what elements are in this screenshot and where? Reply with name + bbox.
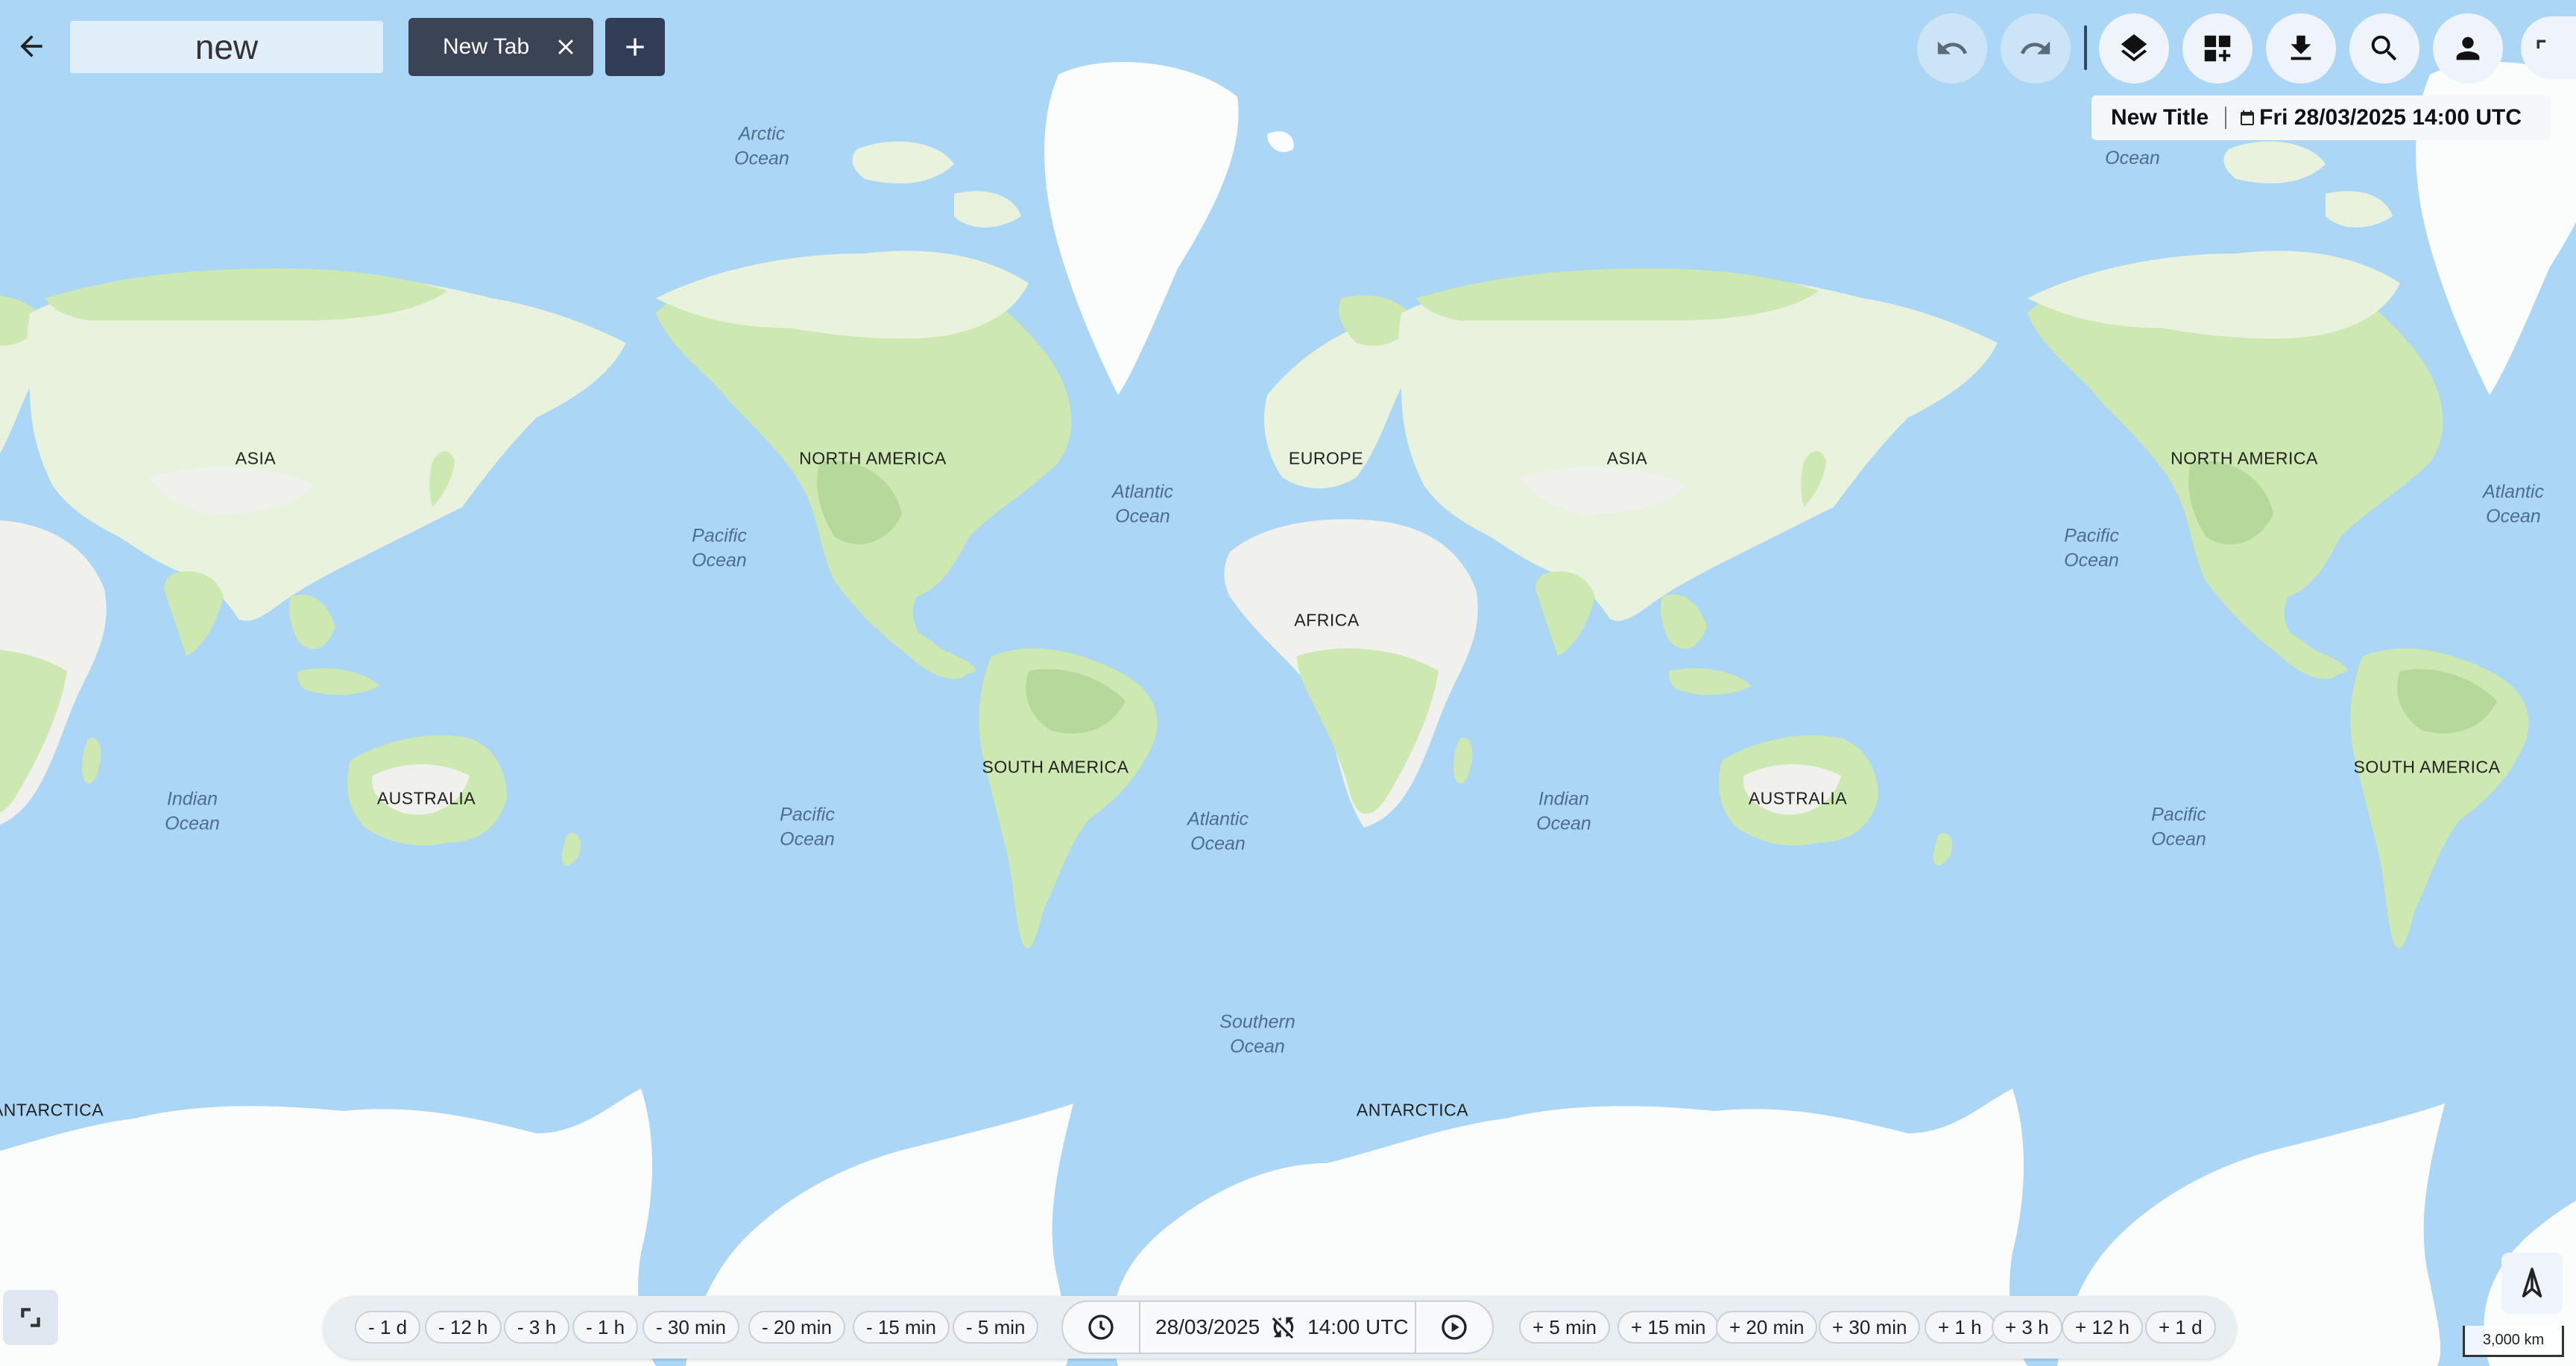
ocean-label-atlantic: Atlantic Ocean — [1187, 808, 1248, 854]
step-back-1d-button[interactable]: - 1 d — [355, 1311, 421, 1344]
step-forward-20min-button[interactable]: + 20 min — [1716, 1311, 1818, 1344]
download-button[interactable] — [2266, 13, 2336, 84]
continent-label-europe: EUROPE — [1288, 448, 1364, 468]
expand-button[interactable] — [2521, 16, 2576, 79]
collapse-icon — [21, 1308, 40, 1327]
ocean-label-pacific: Pacific Ocean — [2064, 525, 2119, 571]
continent-label-australia: AUSTRALIA — [1748, 788, 1848, 808]
expand-icon — [2536, 40, 2546, 49]
clock-button[interactable] — [1063, 1302, 1140, 1353]
ocean-label-atlantic: Atlantic Ocean — [1112, 481, 1173, 527]
redo-button[interactable] — [2001, 13, 2071, 84]
current-time-control: 28/03/2025 14:00 UTC — [1061, 1300, 1494, 1354]
world-map[interactable] — [0, 0, 2576, 1366]
step-forward-12h-button[interactable]: + 12 h — [2062, 1311, 2144, 1344]
close-tab-button[interactable] — [550, 31, 581, 63]
user-button[interactable] — [2433, 13, 2503, 84]
back-arrow-icon — [20, 35, 42, 57]
step-forward-30min-button[interactable]: + 30 min — [1819, 1311, 1921, 1344]
ocean-label-pacific: Pacific Ocean — [692, 525, 747, 571]
ocean-label-indian: Indian Ocean — [165, 788, 220, 834]
step-forward-3h-button[interactable]: + 3 h — [1992, 1311, 2062, 1344]
toolbar-divider — [2084, 25, 2087, 70]
current-time[interactable]: 14:00 UTC — [1307, 1315, 1408, 1339]
continent-label-asia: ASIA — [1606, 448, 1648, 468]
back-button[interactable] — [10, 25, 52, 67]
clock-icon — [1088, 1315, 1114, 1340]
close-icon — [558, 40, 573, 54]
map-title-box[interactable]: New Title Fri 28/03/2025 14:00 UTC — [2092, 95, 2551, 140]
layers-icon — [2121, 34, 2147, 62]
compass-button[interactable] — [2501, 1253, 2563, 1314]
tab-label: New Tab — [443, 34, 530, 59]
step-forward-5min-button[interactable]: + 5 min — [1519, 1311, 1610, 1344]
search-button[interactable] — [2349, 13, 2419, 84]
plus-icon — [626, 38, 644, 56]
step-back-12h-button[interactable]: - 12 h — [425, 1311, 502, 1344]
play-icon — [1442, 1315, 1467, 1340]
map-title[interactable]: New Title — [2092, 105, 2209, 130]
download-icon — [2291, 35, 2311, 60]
ocean-label-pacific: Pacific Ocean — [780, 804, 835, 850]
undo-icon — [1937, 41, 1968, 54]
continent-label-antarctica: ANTARCTICA — [1356, 1100, 1469, 1120]
continent-label-australia: AUSTRALIA — [376, 788, 476, 808]
search-input[interactable]: new — [70, 21, 383, 73]
step-forward-1h-button[interactable]: + 1 h — [1925, 1311, 1995, 1344]
step-back-5min-button[interactable]: - 5 min — [953, 1311, 1039, 1344]
map-datetime: Fri 28/03/2025 14:00 UTC — [2238, 105, 2522, 130]
undo-button[interactable] — [1917, 13, 1987, 84]
compass-icon — [2522, 1268, 2542, 1297]
ocean-label-atlantic: Atlantic Ocean — [2483, 481, 2544, 527]
continent-label-north-america: NORTH AMERICA — [2171, 448, 2318, 468]
title-divider — [2225, 107, 2227, 129]
calendar-icon — [2241, 110, 2255, 125]
ocean-label-partial: Ocean — [2105, 147, 2160, 169]
add-widget-icon — [2204, 35, 2231, 62]
collapse-button[interactable] — [3, 1290, 58, 1345]
step-back-30min-button[interactable]: - 30 min — [643, 1311, 739, 1344]
tab-new-tab[interactable]: New Tab — [408, 18, 593, 76]
add-widget-button[interactable] — [2182, 13, 2253, 84]
layers-button[interactable] — [2099, 13, 2169, 84]
current-date[interactable]: 28/03/2025 — [1155, 1315, 1260, 1339]
play-button[interactable] — [1415, 1302, 1492, 1353]
continent-label-south-america: SOUTH AMERICA — [2353, 757, 2501, 777]
continent-label-north-america: NORTH AMERICA — [799, 448, 947, 468]
continent-label-asia: ASIA — [235, 448, 277, 468]
continent-label-antarctica: ANTARCTICA — [0, 1100, 104, 1120]
step-forward-1d-button[interactable]: + 1 d — [2145, 1311, 2216, 1344]
ocean-label-indian: Indian Ocean — [1536, 788, 1591, 834]
redo-icon — [2020, 41, 2051, 54]
ocean-label-arctic: Arctic Ocean — [734, 123, 789, 169]
user-icon — [2456, 37, 2480, 60]
sync-toggle[interactable] — [1269, 1312, 1298, 1342]
scale-bar: 3,000 km — [2463, 1326, 2564, 1357]
step-forward-15min-button[interactable]: + 15 min — [1617, 1311, 1720, 1344]
map-canvas[interactable] — [0, 0, 2576, 1366]
sync-off-icon — [1272, 1317, 1294, 1339]
step-back-1h-button[interactable]: - 1 h — [572, 1311, 639, 1344]
continent-label-africa: AFRICA — [1294, 610, 1360, 630]
step-back-20min-button[interactable]: - 20 min — [748, 1311, 845, 1344]
ocean-label-southern: Southern Ocean — [1219, 1011, 1295, 1057]
step-back-15min-button[interactable]: - 15 min — [853, 1311, 950, 1344]
add-tab-button[interactable] — [605, 18, 665, 76]
continent-label-south-america: SOUTH AMERICA — [982, 757, 1129, 777]
time-navigation-bar: - 1 d - 12 h - 3 h - 1 h - 30 min - 20 m… — [323, 1296, 2236, 1359]
ocean-label-pacific: Pacific Ocean — [2151, 804, 2206, 850]
map-datetime-text: Fri 28/03/2025 14:00 UTC — [2259, 105, 2522, 130]
search-icon — [2371, 35, 2397, 61]
step-back-3h-button[interactable]: - 3 h — [504, 1311, 570, 1344]
